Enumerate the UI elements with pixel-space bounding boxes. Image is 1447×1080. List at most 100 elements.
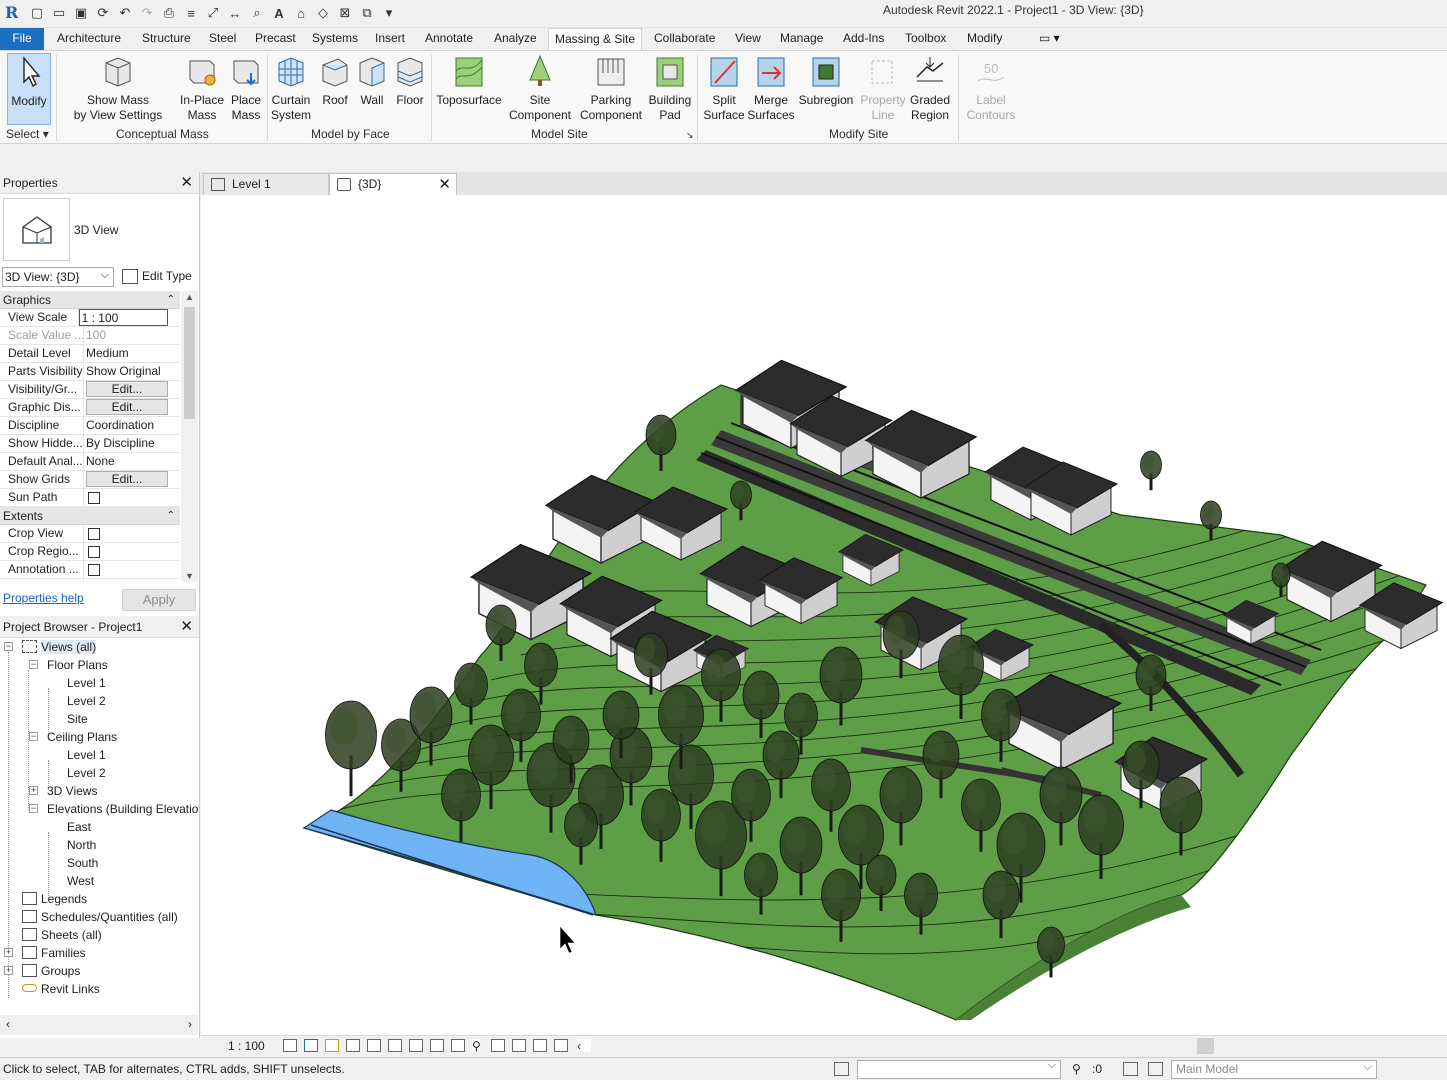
panel-launcher-icon[interactable]: ↘: [686, 130, 694, 141]
checkbox[interactable]: [88, 492, 100, 504]
sync-icon[interactable]: ⟳: [94, 4, 112, 22]
switch-windows-icon[interactable]: ⧉: [358, 4, 376, 22]
tree-schedules[interactable]: Schedules/Quantities (all): [22, 908, 178, 926]
property-checkbox[interactable]: [84, 525, 180, 542]
filter-icon[interactable]: ⚲: [1072, 1062, 1087, 1076]
toposurface-button[interactable]: Toposurface: [434, 53, 504, 108]
collapse-icon[interactable]: ⌃: [167, 507, 175, 525]
design-option-selector[interactable]: Main Model: [1171, 1059, 1377, 1079]
tree-floor-plan-level-1[interactable]: Level 1: [67, 674, 106, 692]
revit-logo[interactable]: R: [5, 3, 23, 23]
measure-icon[interactable]: ⤢: [204, 4, 222, 22]
property-row[interactable]: Graphic Dis... Edit...: [0, 399, 180, 417]
worksets-icon[interactable]: [834, 1062, 849, 1076]
property-edit-button[interactable]: Edit...: [84, 381, 180, 398]
property-row[interactable]: Sun Path: [0, 489, 180, 507]
3d-view-canvas[interactable]: [201, 195, 1447, 1035]
checkbox[interactable]: [88, 546, 100, 558]
tree-revit-links[interactable]: Revit Links: [22, 980, 100, 998]
close-hidden-icon[interactable]: ⊠: [336, 4, 354, 22]
tree-elevation-east[interactable]: East: [67, 818, 91, 836]
tab-manage[interactable]: Manage: [774, 28, 829, 50]
property-value[interactable]: None: [84, 453, 180, 470]
tree-ceiling-level-1[interactable]: Level 1: [67, 746, 106, 764]
graded-region-button[interactable]: Graded Region: [908, 53, 952, 123]
design-options-icon[interactable]: [1148, 1062, 1163, 1076]
worksharing-icon[interactable]: [491, 1039, 505, 1052]
tag-icon[interactable]: ⌕: [248, 4, 266, 22]
tree-ceiling-level-2[interactable]: Level 2: [67, 764, 106, 782]
roof-by-face-button[interactable]: Roof: [317, 53, 353, 108]
property-value[interactable]: 100: [84, 327, 180, 344]
thin-lines-icon[interactable]: ≡: [182, 4, 200, 22]
tab-collaborate[interactable]: Collaborate: [648, 28, 721, 50]
show-mass-button[interactable]: Show Mass by View Settings: [70, 53, 166, 123]
property-row[interactable]: Visibility/Gr... Edit...: [0, 381, 180, 399]
scroll-thumb[interactable]: [184, 307, 195, 419]
tab-systems[interactable]: Systems: [306, 28, 364, 50]
view-scale[interactable]: 1 : 100: [228, 1039, 265, 1053]
visual-style-icon[interactable]: [304, 1039, 318, 1052]
text-icon[interactable]: A: [270, 4, 288, 22]
print-icon[interactable]: ⎙: [160, 4, 178, 22]
property-checkbox[interactable]: [84, 543, 180, 560]
property-row[interactable]: View Scale 1 : 100: [0, 309, 180, 327]
floor-by-face-button[interactable]: Floor: [392, 53, 428, 108]
parking-component-button[interactable]: Parking Component: [576, 53, 646, 123]
select-dropdown[interactable]: Select ▾: [6, 127, 49, 141]
tree-sheets[interactable]: Sheets (all): [22, 926, 102, 944]
highlight-displacement-icon[interactable]: [533, 1039, 547, 1052]
subregion-button[interactable]: Subregion: [797, 53, 855, 108]
property-edit-button[interactable]: Edit...: [84, 471, 180, 488]
customize-icon[interactable]: ▾: [380, 4, 398, 22]
group-graphics[interactable]: Graphics ⌃: [0, 291, 180, 309]
tab-analyze[interactable]: Analyze: [488, 28, 543, 50]
detail-level-icon[interactable]: [283, 1039, 297, 1052]
tree-elevation-south[interactable]: South: [67, 854, 98, 872]
scroll-left-icon[interactable]: ‹: [577, 1039, 591, 1053]
tab-modify[interactable]: Modify: [961, 28, 1008, 50]
open-icon[interactable]: ▭: [50, 4, 68, 22]
tree-groups[interactable]: + Groups: [4, 962, 80, 980]
checkbox[interactable]: [88, 528, 100, 540]
scroll-left-icon[interactable]: ‹: [6, 1017, 10, 1031]
building-pad-button[interactable]: Building Pad: [646, 53, 694, 123]
close-tab-icon[interactable]: ✕: [438, 174, 451, 195]
instance-selector[interactable]: 3D View: {3D}: [2, 266, 114, 287]
split-surface-button[interactable]: Split Surface: [702, 53, 746, 123]
apply-button[interactable]: Apply: [122, 589, 196, 611]
property-row[interactable]: Show Hidde... By Discipline: [0, 435, 180, 453]
property-row[interactable]: Parts Visibility Show Original: [0, 363, 180, 381]
property-edit-button[interactable]: Edit...: [84, 399, 180, 416]
label-contours-button[interactable]: 50 Label Contours: [962, 53, 1020, 123]
tab-architecture[interactable]: Architecture: [51, 28, 127, 50]
ribbon-minimize-icon[interactable]: ▭ ▾: [1033, 28, 1066, 50]
tab-structure[interactable]: Structure: [136, 28, 197, 50]
3d-view-icon[interactable]: ⌂: [292, 4, 310, 22]
properties-help-link[interactable]: Properties help: [3, 591, 84, 605]
view-tab-3d[interactable]: {3D} ✕: [329, 173, 457, 195]
save-icon[interactable]: ▣: [72, 4, 90, 22]
property-checkbox[interactable]: [84, 489, 180, 506]
redo-icon[interactable]: ↷: [138, 4, 156, 22]
tree-elevation-west[interactable]: West: [67, 872, 94, 890]
property-row[interactable]: Show Grids Edit...: [0, 471, 180, 489]
crop-view-icon[interactable]: [388, 1039, 402, 1052]
tree-families[interactable]: + Families: [4, 944, 86, 962]
undo-icon[interactable]: ↶: [116, 4, 134, 22]
edit-button[interactable]: Edit...: [86, 471, 168, 487]
reveal-hidden-icon[interactable]: ⚲: [472, 1039, 481, 1053]
property-checkbox[interactable]: [84, 579, 180, 582]
property-row[interactable]: Far Clip Acti...: [0, 579, 180, 582]
property-row[interactable]: Crop View: [0, 525, 180, 543]
scroll-right-icon[interactable]: ›: [188, 1017, 192, 1031]
checkbox[interactable]: [88, 564, 100, 576]
dimension-icon[interactable]: ↔: [226, 4, 244, 22]
property-value[interactable]: Coordination: [84, 417, 180, 434]
properties-scrollbar[interactable]: ▲ ▼: [181, 291, 198, 582]
tab-massing-site[interactable]: Massing & Site: [548, 28, 643, 50]
tree-ceiling-plans[interactable]: − Ceiling Plans: [29, 728, 117, 746]
property-value[interactable]: By Discipline: [84, 435, 180, 452]
property-checkbox[interactable]: [84, 561, 180, 578]
tab-annotate[interactable]: Annotate: [419, 28, 479, 50]
